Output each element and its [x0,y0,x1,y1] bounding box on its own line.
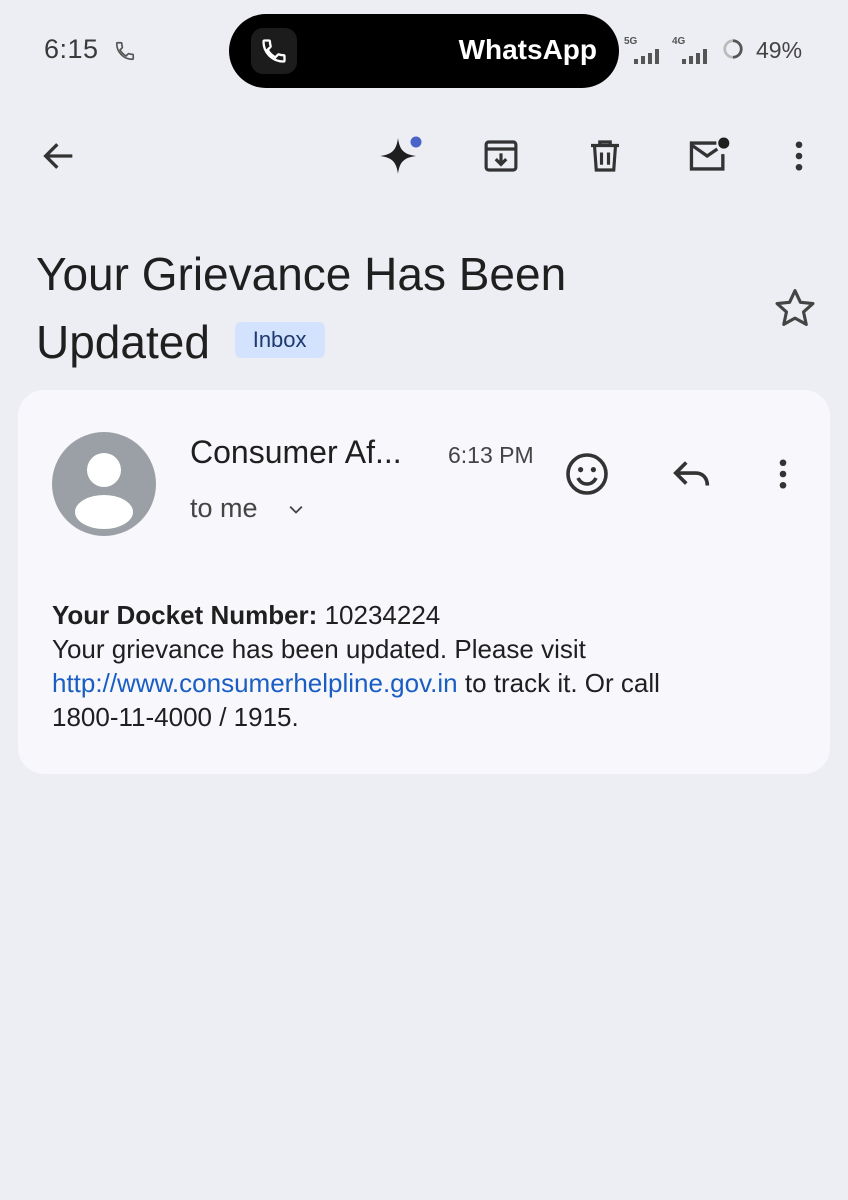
body-line-1: Your grievance has been updated. Please … [52,634,586,664]
archive-button[interactable] [473,128,529,184]
gemini-sparkle-icon [380,136,422,174]
star-button[interactable] [770,284,820,334]
email-toolbar [0,110,848,200]
sender-avatar[interactable] [52,432,156,536]
mark-unread-button[interactable] [681,128,737,184]
message-card: Consumer Af... 6:13 PM to me Your Docket… [18,390,830,774]
back-button[interactable] [31,128,87,184]
recipient-details[interactable]: to me [190,493,258,524]
back-arrow-icon [43,143,73,169]
gemini-button[interactable] [370,128,426,184]
more-vert-icon [795,141,803,171]
chevron-down-icon[interactable] [286,500,306,520]
network-4g-label: 4G [672,36,686,47]
ongoing-call-pill[interactable]: WhatsApp [229,14,619,88]
reply-icon [673,461,710,486]
inbox-label-chip[interactable]: Inbox [234,321,325,358]
pill-app-name: WhatsApp [458,34,597,65]
whatsapp-call-icon [251,28,297,74]
archive-icon [484,140,518,172]
message-more-button[interactable] [759,450,807,498]
body-after-link: to track it. Or call [464,668,660,698]
more-vert-icon [779,459,787,489]
helpline-phone[interactable]: 1800-11-4000 / 1915. [52,702,299,732]
star-icon [775,289,815,326]
delete-button[interactable] [577,128,633,184]
status-bar: 6:15 WhatsApp 5G 4G 49% [0,0,848,100]
email-subject: Your Grievance Has Been Updated Inbox [36,240,736,376]
battery-icon [723,39,743,59]
network-5g-label: 5G [624,36,638,47]
status-time: 6:15 [44,34,99,64]
docket-number: 10234224 [324,600,441,630]
sender-name[interactable]: Consumer Af... [190,434,402,471]
call-icon [115,41,135,61]
docket-label: Your Docket Number: [52,600,318,630]
more-options-button[interactable] [771,128,827,184]
consumer-helpline-link[interactable]: http://www.consumerhelpline.gov.in [52,668,458,698]
person-icon [75,453,133,529]
add-reaction-button[interactable] [563,450,611,498]
mark-unread-icon [689,137,730,171]
reply-button[interactable] [668,450,716,498]
sent-time: 6:13 PM [448,442,534,468]
message-body: Your Docket Number: 10234224 Your grieva… [52,598,812,734]
battery-percentage: 49% [756,37,803,63]
emoji-icon [566,453,608,495]
delete-icon [591,140,619,172]
